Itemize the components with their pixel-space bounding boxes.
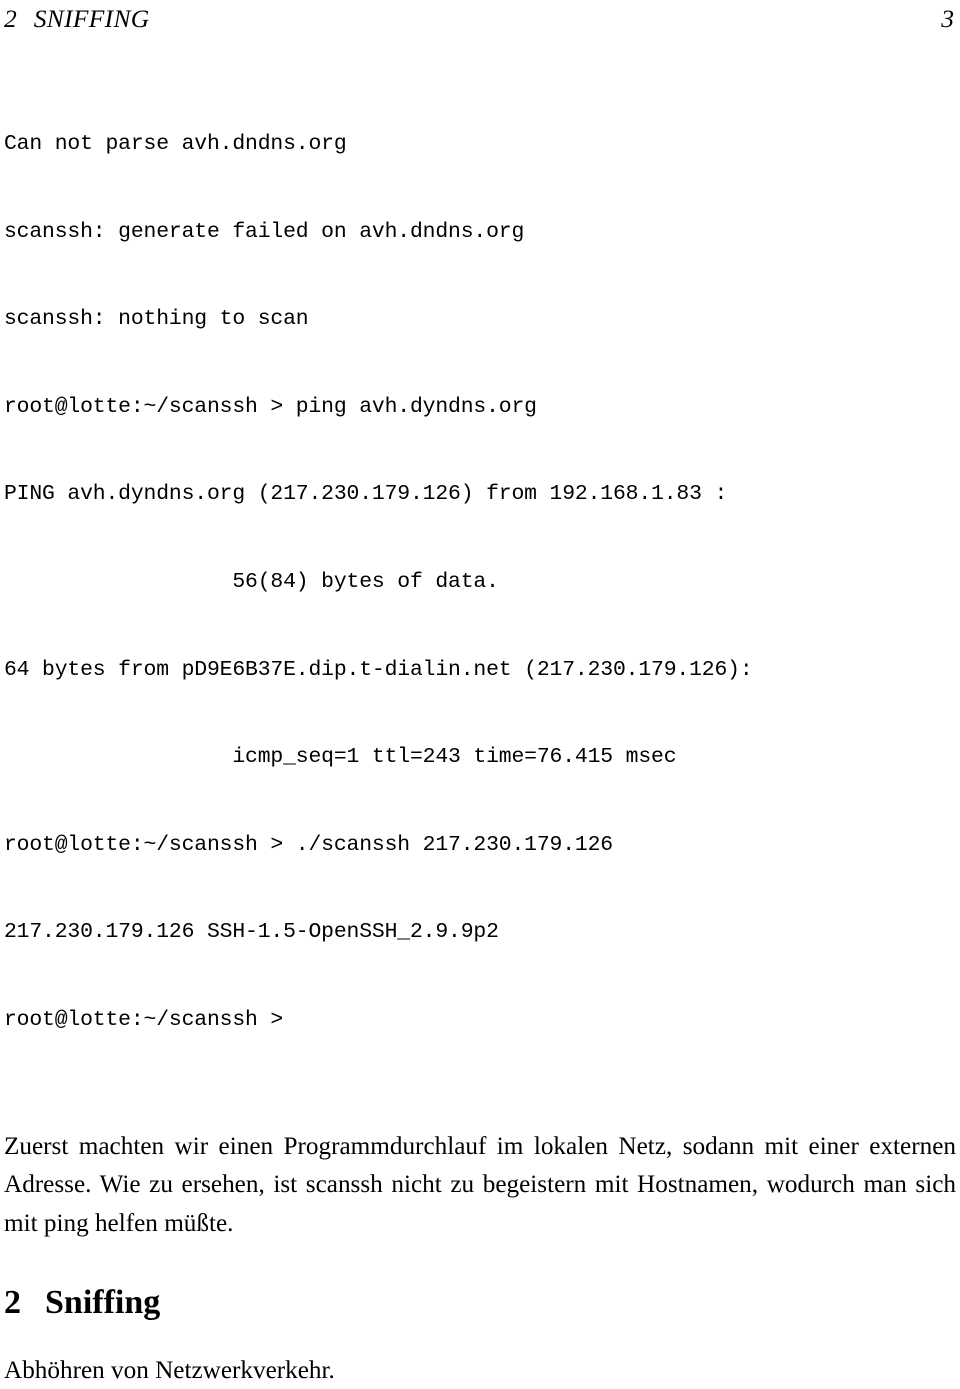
- section-heading-number: 2: [4, 1284, 21, 1322]
- terminal-line: scanssh: nothing to scan: [4, 307, 309, 332]
- running-header-left: 2 SNIFFING: [4, 6, 149, 32]
- terminal-line: 64 bytes from pD9E6B37E.dip.t-dialin.net…: [4, 657, 753, 682]
- terminal-line: root@lotte:~/scanssh > ./scanssh 217.230…: [4, 832, 613, 857]
- terminal-line: icmp_seq=1 ttl=243 time=76.415 msec: [4, 745, 677, 770]
- terminal-line: Can not parse avh.dndns.org: [4, 131, 347, 156]
- paragraph-scanssh: Zuerst machten wir einen Programmdurchla…: [4, 1132, 956, 1237]
- terminal-transcript-scanssh: Can not parse avh.dndns.org scanssh: gen…: [4, 72, 956, 1094]
- terminal-line: 56(84) bytes of data.: [4, 569, 499, 594]
- terminal-line: PING avh.dyndns.org (217.230.179.126) fr…: [4, 482, 728, 507]
- terminal-line: 217.230.179.126 SSH-1.5-OpenSSH_2.9.9p2: [4, 920, 499, 945]
- document-page: 2 SNIFFING 3 Can not parse avh.dndns.org…: [0, 0, 960, 1389]
- running-header-section-title: SNIFFING: [33, 4, 150, 33]
- section-intro-sniffing: Abhöhren von Netzwerkverkehr.: [4, 1357, 335, 1385]
- terminal-line: root@lotte:~/scanssh >: [4, 1008, 284, 1032]
- running-header: 2 SNIFFING 3: [4, 0, 956, 32]
- terminal-line: scanssh: generate failed on avh.dndns.or…: [4, 219, 525, 244]
- section-heading-sniffing: 2 Sniffing: [4, 1283, 956, 1322]
- running-header-section-number: 2: [4, 4, 17, 33]
- page-number: 3: [941, 4, 954, 33]
- section-heading-title: Sniffing: [45, 1284, 161, 1322]
- terminal-line: root@lotte:~/scanssh > ping avh.dyndns.o…: [4, 394, 537, 419]
